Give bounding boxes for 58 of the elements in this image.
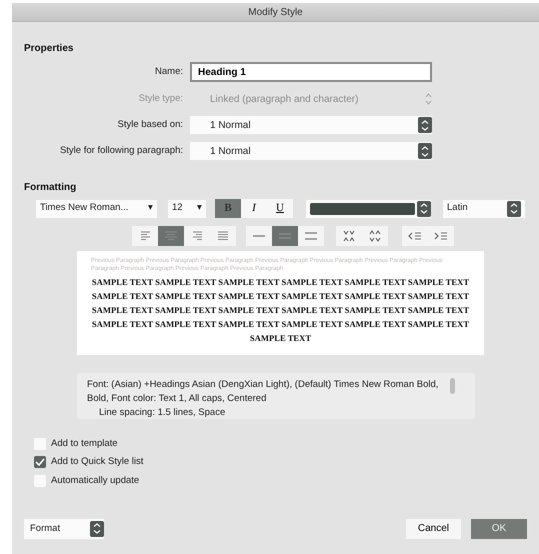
stepper-icon — [425, 93, 432, 105]
spacing-arrows-icon — [369, 230, 381, 242]
checkbox-label: Add to Quick Style list — [51, 455, 144, 470]
sample-text: SAMPLE TEXT — [248, 332, 312, 345]
line-spacing-button[interactable] — [298, 226, 324, 246]
ok-button[interactable]: OK — [471, 518, 527, 539]
font-dropdown[interactable]: Times New Roman... ▾ — [36, 200, 157, 218]
alignment-button[interactable] — [210, 226, 236, 246]
sample-text: SAMPLE TEXT SAMPLE TEXT SAMPLE TEXT SAMPLE TEXT SAMPLE TEXT SAMPLE TEXT — [91, 276, 470, 289]
section-heading: Formatting — [24, 181, 78, 195]
name-field[interactable]: Heading 1 — [190, 62, 432, 82]
size-dropdown[interactable]: 12 ▾ — [168, 200, 206, 218]
align-left-icon — [140, 231, 150, 241]
font-color-dropdown[interactable] — [306, 200, 431, 218]
line-spacing-icon — [278, 233, 292, 239]
format-dropdown[interactable]: Format — [24, 518, 104, 539]
checkbox-label: Add to template — [51, 437, 118, 451]
checkbox[interactable] — [34, 456, 46, 468]
sample-text: SAMPLE TEXT SAMPLE TEXT SAMPLE TEXT SAMPLE TEXT SAMPLE TEXT SAMPLE TEXT — [91, 290, 470, 303]
line-spacing-button[interactable] — [246, 226, 272, 246]
field-label: Name: — [154, 64, 183, 79]
alignment-button[interactable] — [184, 226, 210, 246]
chevron-icon — [420, 203, 428, 214]
indent-icon — [408, 232, 422, 240]
underline-button[interactable]: U — [267, 199, 293, 218]
script-dropdown[interactable]: Latin — [443, 200, 525, 218]
paragraph-spacing-button[interactable] — [362, 226, 388, 246]
sample-text: SAMPLE TEXT SAMPLE TEXT SAMPLE TEXT SAMPLE TEXT SAMPLE TEXT SAMPLE TEXT — [91, 304, 470, 317]
sample-text: SAMPLE TEXT SAMPLE TEXT SAMPLE TEXT SAMPLE TEXT SAMPLE TEXT SAMPLE TEXT — [91, 318, 470, 331]
line-spacing-icon — [304, 232, 318, 240]
description-text: Font: (Asian) +Headings Asian (DengXian Light), (Default) Times New Roman Bold, Bold, Font color: Text 1, All caps, Centered — [87, 378, 440, 406]
chevron-icon — [93, 523, 101, 534]
spacing-arrows-icon — [343, 230, 355, 242]
checkmark-icon — [35, 458, 45, 466]
scroll-bar[interactable] — [450, 378, 455, 394]
indent-button[interactable] — [402, 226, 428, 246]
indent-icon — [434, 232, 448, 240]
align-justify-icon — [217, 231, 229, 241]
cancel-button[interactable]: Cancel — [406, 518, 461, 539]
align-center-icon — [164, 231, 178, 241]
paragraph-spacing-button[interactable] — [336, 226, 362, 246]
chevron-icon — [421, 146, 429, 156]
indent-button[interactable] — [428, 226, 454, 246]
following-style-dropdown[interactable]: 1 Normal — [190, 142, 432, 160]
based-on-dropdown[interactable]: 1 Normal — [190, 116, 432, 134]
field-label: Style for following paragraph: — [58, 144, 183, 158]
field-label: Style type: — [138, 92, 183, 106]
line-spacing-icon — [252, 235, 266, 237]
align-right-icon — [192, 231, 202, 241]
italic-button[interactable]: I — [241, 199, 267, 218]
chevron-icon — [510, 203, 518, 214]
description-text: Line spacing: 1.5 lines, Space — [98, 406, 226, 419]
field-label: Style based on: — [116, 118, 183, 132]
checkbox-label: Automatically update — [51, 474, 140, 488]
section-heading: Properties — [24, 42, 74, 56]
window-title: Modify Style — [248, 6, 303, 20]
chevron-icon — [421, 120, 429, 130]
alignment-button[interactable] — [132, 226, 158, 246]
